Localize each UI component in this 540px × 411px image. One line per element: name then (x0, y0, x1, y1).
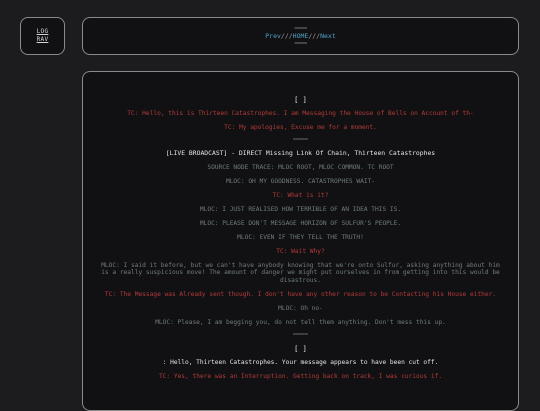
nav-links: Prev///HOME///Next (265, 32, 335, 41)
log-button[interactable]: LOG RAV (20, 17, 65, 55)
mloc-message: MLOC: EVEN IF THEY TELL THE TRUTH! (237, 233, 364, 241)
log-bracket: [ ] (294, 344, 307, 353)
tc-message: TC: My apologies, Excuse me for a moment… (224, 123, 377, 131)
nav-panel: ===== Prev///HOME///Next ===== (82, 17, 519, 55)
log-bracket: [ ] (294, 96, 307, 104)
mloc-message: MLOC: PLEASE DON'T MESSAGE HORIZON OF SU… (199, 219, 402, 227)
log-divider: ===== (292, 331, 309, 338)
broadcast-title: [LIVE BROADCAST] - DIRECT Missing Link O… (165, 148, 436, 157)
tc-message: TC: Wait Why? (276, 247, 325, 255)
nav-separator: /// (280, 31, 293, 40)
home-link[interactable]: HOME (293, 32, 309, 40)
log-label-line2: RAV (36, 36, 49, 43)
mloc-message: MLOC: Oh no- (278, 305, 323, 312)
mloc-message: MLOC: Please, I am begging you, do not t… (155, 318, 446, 326)
nav-separator: /// (308, 31, 321, 40)
tc-message: TC: What is it? (272, 191, 329, 199)
log-divider: ===== (292, 136, 309, 143)
reply-message: : Hello, Thirteen Catastrophes. Your mes… (162, 358, 439, 366)
source-trace: SOURCE NODE TRACE: MLOC ROOT, MLOC COMMO… (207, 163, 394, 171)
tc-message: TC: The Message was Already sent though.… (104, 291, 497, 299)
next-link[interactable]: Next (320, 32, 336, 40)
tc-message: TC: Yes, there was an Interruption. Gett… (158, 372, 443, 380)
nav-divider-bottom: ===== (294, 40, 307, 47)
mloc-message: MLOC: I JUST REALISED HOW TERRIBLE OF AN… (199, 205, 402, 213)
log-label-line1: LOG (36, 28, 49, 35)
mloc-message: MLOC: I said it before, but we can't hav… (101, 261, 500, 285)
prev-link[interactable]: Prev (265, 32, 281, 40)
mloc-message: MLOC: OH MY GOODNESS. CATASTROPHES WAIT- (225, 177, 375, 185)
message-log: [ ] TC: Hello, this is Thirteen Catastro… (82, 71, 519, 411)
tc-message: TC: Hello, this is Thirteen Catastrophes… (127, 110, 474, 117)
